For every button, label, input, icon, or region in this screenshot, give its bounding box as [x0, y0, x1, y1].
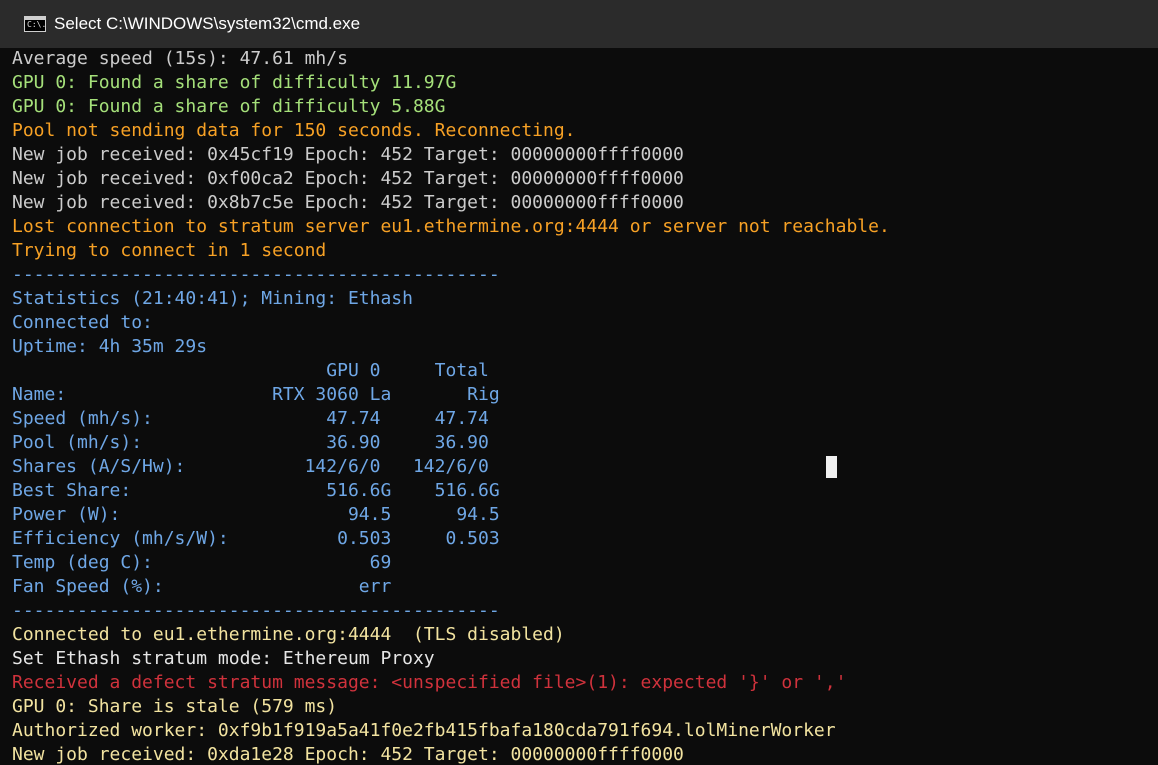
- console-line: Fan Speed (%): err: [12, 576, 392, 597]
- console-line: Temp (deg C): 69: [12, 552, 392, 573]
- console-line: Shares (A/S/Hw): 142/6/0 142/6/0: [12, 456, 489, 477]
- console-line: Authorized worker: 0xf9b1f919a5a41f0e2fb…: [12, 720, 836, 741]
- console-line: Trying to connect in 1 second: [12, 240, 327, 261]
- console-line: Connected to:: [12, 312, 153, 333]
- cmd-icon-glyph: C:\.: [27, 20, 47, 29]
- console-line: GPU 0: Found a share of difficulty 11.97…: [12, 72, 457, 93]
- console-line: Statistics (21:40:41); Mining: Ethash: [12, 288, 413, 309]
- console-line: New job received: 0x8b7c5e Epoch: 452 Ta…: [12, 192, 684, 213]
- console-line: Pool not sending data for 150 seconds. R…: [12, 120, 576, 141]
- console-line: Pool (mh/s): 36.90 36.90: [12, 432, 489, 453]
- console-line: Connected to eu1.ethermine.org:4444 (TLS…: [12, 624, 565, 645]
- console-line: Best Share: 516.6G 516.6G: [12, 480, 500, 501]
- cmd-app-icon[interactable]: C:\.: [24, 16, 46, 32]
- console-line: GPU 0: Found a share of difficulty 5.88G: [12, 96, 446, 117]
- console-line: ----------------------------------------…: [12, 264, 500, 285]
- console-line: Uptime: 4h 35m 29s: [12, 336, 208, 357]
- console-line: Name: RTX 3060 La Rig: [12, 384, 500, 405]
- console-line: Received a defect stratum message: <unsp…: [12, 672, 847, 693]
- console-line: New job received: 0xf00ca2 Epoch: 452 Ta…: [12, 168, 684, 189]
- console-line: GPU 0 Total: [12, 360, 489, 381]
- console-line: Average speed (15s): 47.61 mh/s: [12, 48, 348, 69]
- window-title: Select C:\WINDOWS\system32\cmd.exe: [54, 14, 361, 33]
- console-line: Speed (mh/s): 47.74 47.74: [12, 408, 489, 429]
- text-cursor: [826, 456, 837, 478]
- console-line: New job received: 0x45cf19 Epoch: 452 Ta…: [12, 144, 684, 165]
- cmd-window: C:\. Select C:\WINDOWS\system32\cmd.exe …: [0, 0, 1158, 765]
- title-bar[interactable]: C:\. Select C:\WINDOWS\system32\cmd.exe: [0, 0, 1158, 48]
- console-line: Efficiency (mh/s/W): 0.503 0.503: [12, 528, 500, 549]
- console-line: New job received: 0xda1e28 Epoch: 452 Ta…: [12, 744, 684, 765]
- console-line: ----------------------------------------…: [12, 600, 500, 621]
- console-line: GPU 0: Share is stale (579 ms): [12, 696, 338, 717]
- console-output[interactable]: Average speed (15s): 47.61 mh/s GPU 0: Fo…: [12, 47, 1152, 765]
- console-line: Set Ethash stratum mode: Ethereum Proxy: [12, 648, 435, 669]
- console-line: Power (W): 94.5 94.5: [12, 504, 500, 525]
- console-line: Lost connection to stratum server eu1.et…: [12, 216, 890, 237]
